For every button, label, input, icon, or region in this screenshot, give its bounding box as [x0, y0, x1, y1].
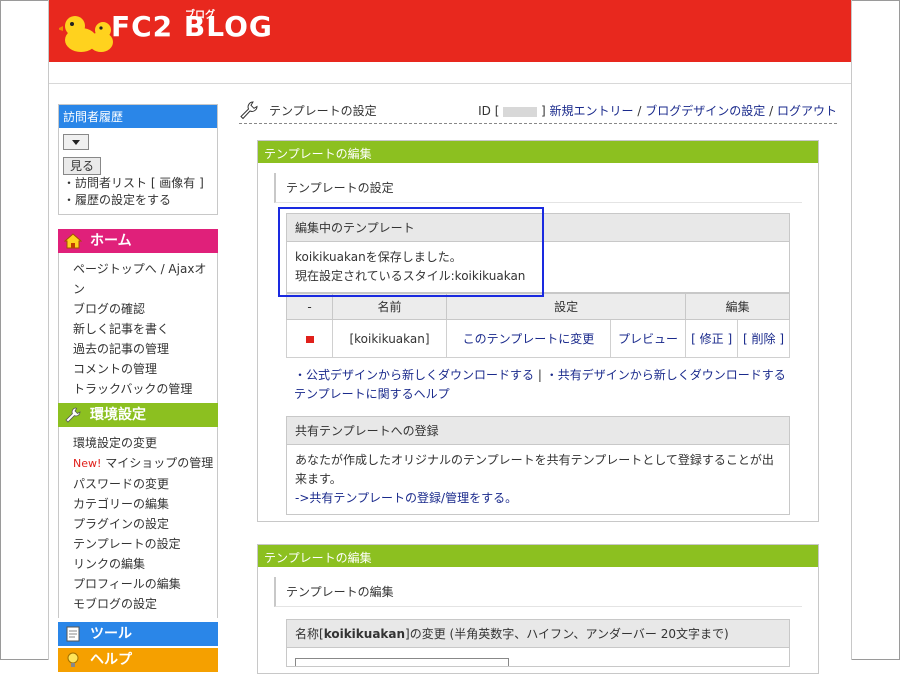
edit-link[interactable]: [ 修正 ] [685, 319, 739, 358]
new-entry-link[interactable]: 新規エントリー [550, 104, 634, 118]
col-header-edit: 編集 [685, 293, 790, 320]
template-help-link[interactable]: テンプレートに関するヘルプ [294, 385, 818, 404]
visitor-list-link[interactable]: ・訪問者リスト [ 画像有 ] [63, 175, 213, 192]
shared-template-box: 共有テンプレートへの登録 あなたが作成したオリジナルのテンプレートを共有テンプレ… [286, 416, 790, 515]
wrench-icon [240, 101, 258, 120]
visitor-history-box: 訪問者履歴 見る ・訪問者リスト [ 画像有 ] ・履歴の設定をする [58, 104, 218, 215]
page-container: ブログ FC2 BLOG 訪問者履歴 見る ・訪問者リスト [ 画像有 ] ・履… [48, 0, 852, 674]
template-edit-panel-2: テンプレートの編集 テンプレートの編集 名称[koikikuakan]の変更 (… [257, 544, 819, 674]
panel2-header: テンプレートの編集 [258, 545, 818, 567]
subhead-template-edit: テンプレートの編集 [274, 577, 802, 607]
menu-header-help[interactable]: ヘルプ [58, 648, 218, 672]
menu-item-pagetop[interactable]: ページトップへ / Ajaxオン [73, 259, 217, 299]
title-bar: テンプレートの設定 ID [ ] 新規エントリー / ブログデザインの設定 / … [239, 98, 837, 124]
menu-item-category[interactable]: カテゴリーの編集 [73, 494, 217, 514]
id-redacted [503, 106, 538, 117]
menu-item-profile[interactable]: プロフィールの編集 [73, 574, 217, 594]
flag-icon [305, 335, 314, 343]
menu-tools-label: ツール [90, 626, 132, 642]
table-row: [koikikuakan] このテンプレートに変更 プレビュー [ 修正 ] [… [286, 319, 790, 358]
settings-menu-list: 環境設定の変更 New! マイショップの管理 パスワードの変更 カテゴリーの編集… [58, 427, 218, 618]
menu-help-label: ヘルプ [90, 652, 132, 668]
logout-link[interactable]: ログアウト [777, 104, 837, 118]
official-download-link[interactable]: ・公式デザインから新しくダウンロードする [294, 368, 534, 382]
sidebar: 訪問者履歴 見る ・訪問者リスト [ 画像有 ] ・履歴の設定をする ホーム ペ… [58, 104, 218, 672]
site-header: ブログ FC2 BLOG [49, 0, 851, 62]
header-subbar [49, 62, 851, 84]
top-nav: ID [ ] 新規エントリー / ブログデザインの設定 / ログアウト [478, 104, 837, 118]
menu-item-moblog[interactable]: モブログの設定 [73, 594, 217, 614]
history-settings-link[interactable]: ・履歴の設定をする [63, 192, 213, 209]
highlight-box [278, 207, 544, 297]
shared-template-title: 共有テンプレートへの登録 [287, 417, 789, 445]
menu-header-settings[interactable]: 環境設定 [58, 403, 218, 427]
delete-link[interactable]: [ 削除 ] [737, 319, 790, 358]
col-header-settings: 設定 [445, 293, 687, 320]
template-name-input[interactable] [295, 658, 509, 666]
menu-home-label: ホーム [90, 233, 132, 249]
menu-item-links[interactable]: リンクの編集 [73, 554, 217, 574]
change-template-link[interactable]: このテンプレートに変更 [446, 319, 611, 358]
menu-item-comments[interactable]: コメントの管理 [73, 359, 217, 379]
main-content: テンプレートの設定 ID [ ] 新規エントリー / ブログデザインの設定 / … [239, 98, 837, 124]
duck-logo-icon [59, 16, 113, 52]
menu-item-new-post[interactable]: 新しく記事を書く [73, 319, 217, 339]
shared-template-link[interactable]: ->共有テンプレートの登録/管理をする。 [295, 489, 781, 508]
shared-template-desc: あなたが作成したオリジナルのテンプレートを共有テンプレートとして登録することが出… [295, 453, 774, 486]
visitor-history-title: 訪問者履歴 [59, 105, 217, 128]
blog-design-link[interactable]: ブログデザインの設定 [645, 104, 765, 118]
template-edit-panel: テンプレートの編集 テンプレートの設定 編集中のテンプレート koikikuak… [257, 140, 819, 522]
download-links: ・公式デザインから新しくダウンロードする | ・共有デザインから新しくダウンロー… [294, 366, 818, 404]
wrench-icon [65, 407, 81, 423]
col-header-dash: - [286, 293, 333, 320]
new-badge: New! [73, 457, 102, 470]
page-title: テンプレートの設定 [269, 104, 377, 118]
preview-link[interactable]: プレビュー [609, 319, 687, 358]
menu-item-past-posts[interactable]: 過去の記事の管理 [73, 339, 217, 359]
menu-item-password[interactable]: パスワードの変更 [73, 474, 217, 494]
visitor-history-select[interactable] [63, 134, 89, 150]
house-icon [64, 233, 82, 249]
template-table: - 名前 設定 編集 [koikikuakan] このテンプレートに変更 プレビ… [286, 293, 790, 358]
template-name: [koikikuakan] [332, 319, 447, 358]
panel-header: テンプレートの編集 [258, 141, 818, 163]
col-header-name: 名前 [332, 293, 447, 320]
subhead-template-settings: テンプレートの設定 [274, 173, 802, 203]
name-change-label: 名称[koikikuakan]の変更 (半角英数字、ハイフン、アンダーバー 20… [287, 620, 789, 648]
home-menu-list: ページトップへ / Ajaxオン ブログの確認 新しく記事を書く 過去の記事の管… [58, 253, 218, 403]
view-button[interactable]: 見る [63, 157, 102, 175]
lightbulb-icon [67, 652, 79, 667]
menu-settings-label: 環境設定 [90, 407, 146, 423]
logo-text: FC2 BLOG [111, 10, 273, 43]
shared-download-link[interactable]: ・共有デザインから新しくダウンロードする [546, 368, 786, 382]
menu-item-env-change[interactable]: 環境設定の変更 [73, 433, 217, 453]
notepad-icon [66, 626, 80, 642]
menu-item-template[interactable]: テンプレートの設定 [73, 534, 217, 554]
menu-item-plugin[interactable]: プラグインの設定 [73, 514, 217, 534]
menu-header-tools[interactable]: ツール [58, 622, 218, 646]
menu-header-home[interactable]: ホーム [58, 229, 218, 253]
menu-item-myshop[interactable]: New! マイショップの管理 [73, 453, 217, 474]
menu-item-trackbacks[interactable]: トラックバックの管理 [73, 379, 217, 399]
menu-item-blog-check[interactable]: ブログの確認 [73, 299, 217, 319]
